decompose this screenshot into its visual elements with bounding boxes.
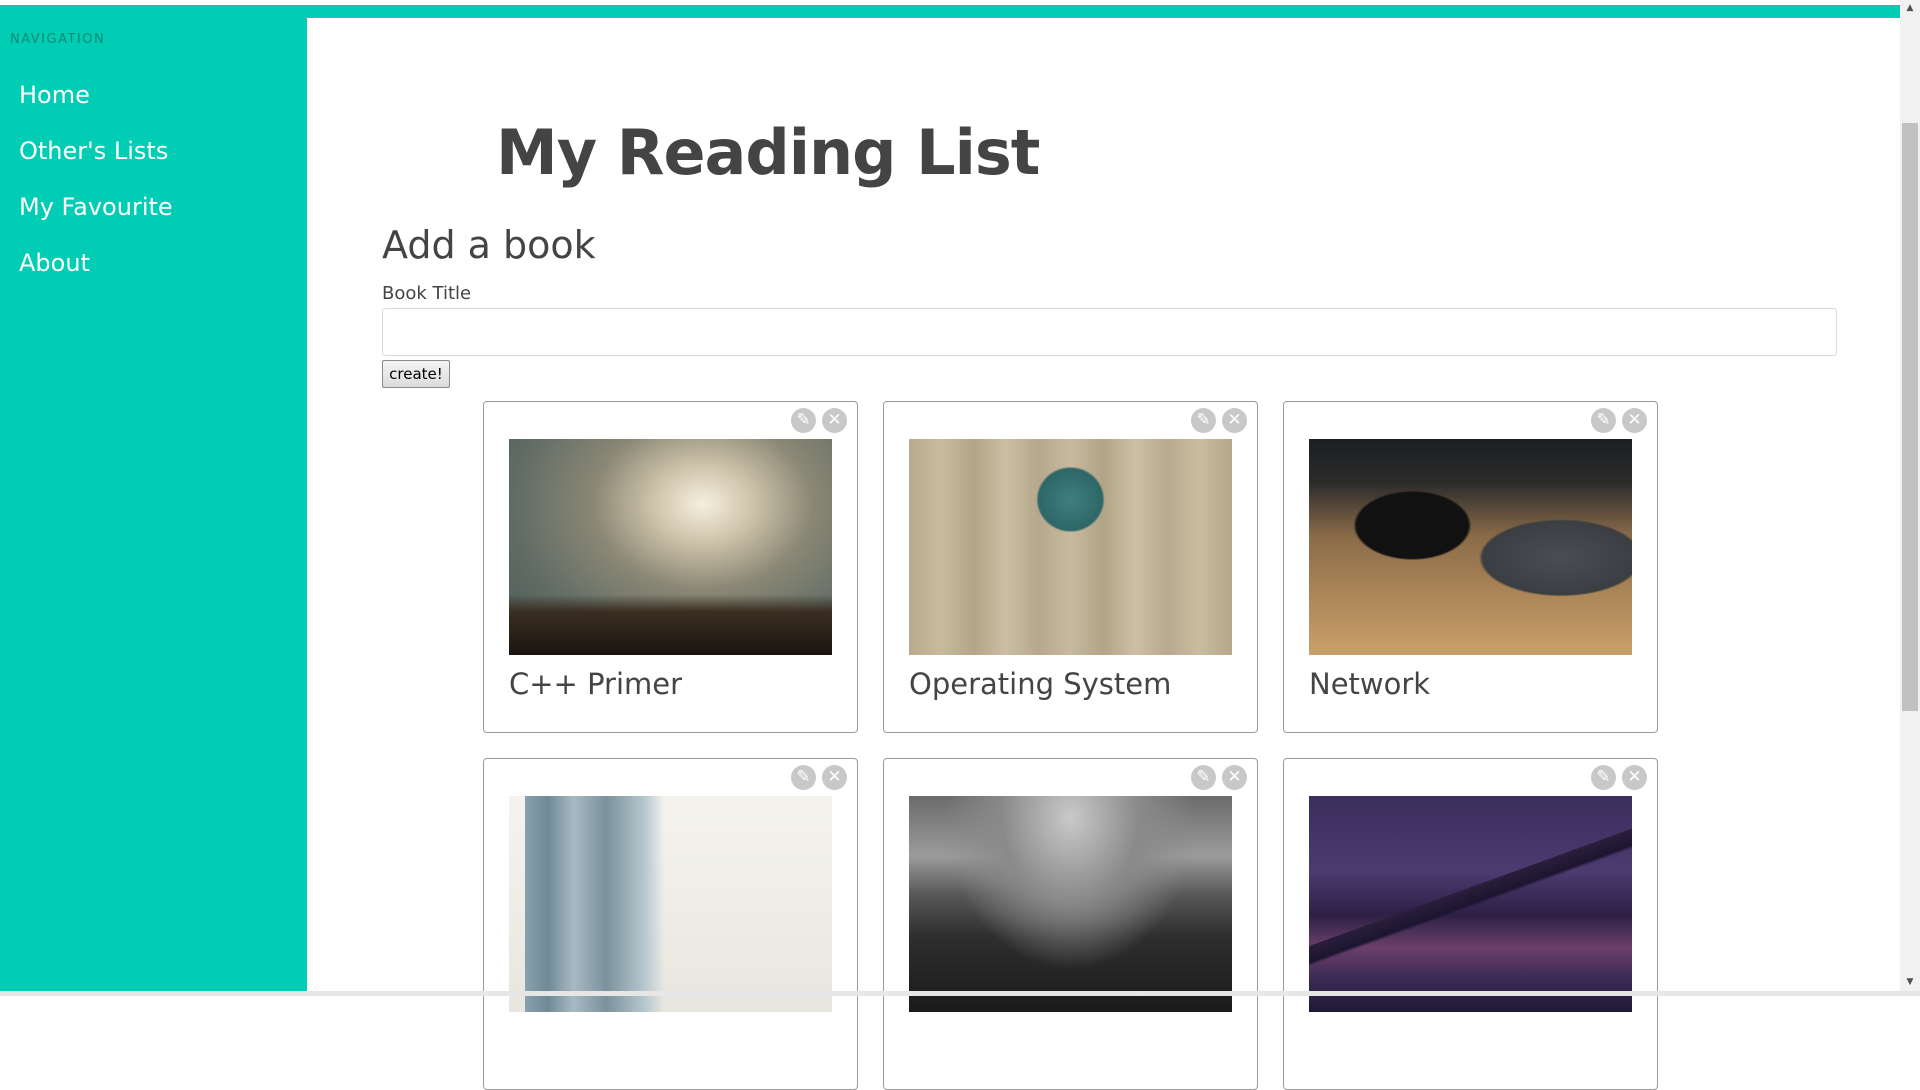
- close-icon[interactable]: ✕: [822, 765, 847, 790]
- book-cover-image: [509, 439, 832, 655]
- scroll-down-arrow-icon[interactable]: ▼: [1900, 974, 1920, 991]
- pencil-icon[interactable]: ✎: [791, 765, 816, 790]
- nav-item-others-lists[interactable]: Other's Lists: [19, 131, 173, 187]
- book-title-input[interactable]: [382, 308, 1837, 356]
- book-card[interactable]: ✎ ✕: [883, 758, 1258, 1090]
- pencil-icon[interactable]: ✎: [791, 408, 816, 433]
- scroll-up-arrow-icon[interactable]: ▲: [1900, 0, 1920, 17]
- add-book-heading: Add a book: [382, 223, 596, 267]
- book-title-label: Book Title: [382, 283, 472, 304]
- pencil-icon[interactable]: ✎: [1591, 765, 1616, 790]
- card-actions: ✎ ✕: [1191, 408, 1247, 433]
- nav-item-home[interactable]: Home: [19, 75, 173, 131]
- book-card[interactable]: ✎ ✕ Network: [1283, 401, 1658, 733]
- nav-heading: NAVIGATION: [10, 32, 106, 47]
- close-icon[interactable]: ✕: [1622, 765, 1647, 790]
- main-content: My Reading List Add a book Book Title cr…: [307, 18, 1900, 1090]
- vertical-scrollbar[interactable]: ▲ ▼: [1900, 0, 1920, 991]
- pencil-icon[interactable]: ✎: [1191, 408, 1216, 433]
- page-title: My Reading List: [496, 116, 1040, 189]
- create-button[interactable]: create!: [382, 360, 450, 388]
- pencil-icon[interactable]: ✎: [1591, 408, 1616, 433]
- book-cover-image: [1309, 439, 1632, 655]
- book-card[interactable]: ✎ ✕ Operating System: [883, 401, 1258, 733]
- book-card[interactable]: ✎ ✕: [483, 758, 858, 1090]
- card-actions: ✎ ✕: [1591, 765, 1647, 790]
- card-actions: ✎ ✕: [791, 765, 847, 790]
- scroll-thumb[interactable]: [1902, 123, 1918, 711]
- book-cover-image: [909, 439, 1232, 655]
- sidebar: NAVIGATION Home Other's Lists My Favouri…: [0, 5, 307, 991]
- card-actions: ✎ ✕: [1191, 765, 1247, 790]
- nav-list: Home Other's Lists My Favourite About: [19, 75, 173, 299]
- close-icon[interactable]: ✕: [822, 408, 847, 433]
- nav-item-about[interactable]: About: [19, 243, 173, 299]
- card-actions: ✎ ✕: [1591, 408, 1647, 433]
- book-cover-image: [1309, 796, 1632, 1012]
- book-title: Operating System: [909, 667, 1172, 701]
- nav-item-my-favourite[interactable]: My Favourite: [19, 187, 173, 243]
- book-title: C++ Primer: [509, 667, 683, 701]
- close-icon[interactable]: ✕: [1222, 408, 1247, 433]
- close-icon[interactable]: ✕: [1622, 408, 1647, 433]
- close-icon[interactable]: ✕: [1222, 765, 1247, 790]
- book-title: Network: [1309, 667, 1431, 701]
- book-card[interactable]: ✎ ✕ C++ Primer: [483, 401, 858, 733]
- pencil-icon[interactable]: ✎: [1191, 765, 1216, 790]
- card-actions: ✎ ✕: [791, 408, 847, 433]
- book-cover-image: [909, 796, 1232, 1012]
- window-bottom-edge: [0, 991, 1920, 996]
- book-card[interactable]: ✎ ✕: [1283, 758, 1658, 1090]
- book-cover-image: [509, 796, 832, 1012]
